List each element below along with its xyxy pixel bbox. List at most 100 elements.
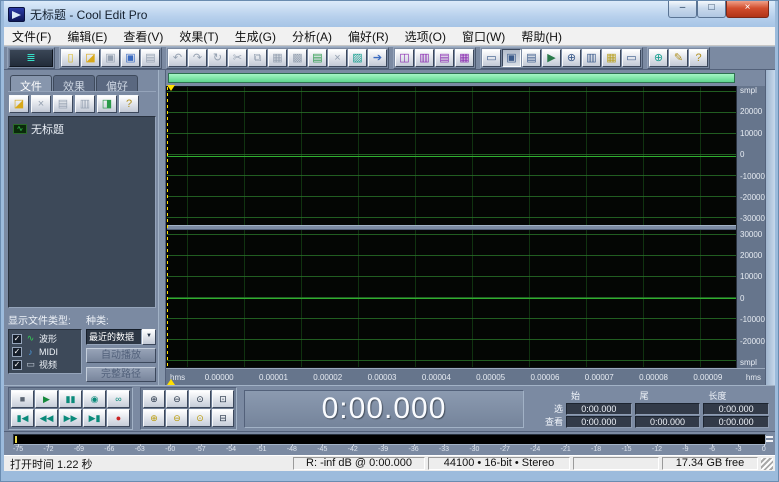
effects-rack-button[interactable]: ◫	[395, 49, 414, 67]
checkbox-icon[interactable]: ✓	[12, 360, 22, 370]
checkbox-icon[interactable]: ✓	[12, 347, 22, 357]
time-ruler[interactable]: hms 0.000000.000010.000020.000030.000040…	[166, 368, 765, 385]
spectral-view-button[interactable]: ▨	[348, 49, 367, 67]
view-range-bar[interactable]	[168, 73, 735, 83]
organizer-tab-favorites[interactable]: 偏好	[96, 75, 138, 91]
settings-button[interactable]: ⊕	[649, 49, 668, 67]
type-midi-checkbox[interactable]: ✓ ♪ MIDI	[12, 345, 78, 358]
view-length-value[interactable]: 0:00.000	[703, 416, 769, 428]
right-channel-waveform[interactable]	[167, 230, 736, 368]
open-file-button[interactable]: ◪	[81, 49, 100, 67]
scripts-button[interactable]: ✎	[669, 49, 688, 67]
show-time-button[interactable]: ▥	[582, 49, 601, 67]
cut-button[interactable]: ✂	[228, 49, 247, 67]
selection-begin-value[interactable]: 0:00.000	[566, 403, 632, 415]
menu-item[interactable]: 文件(F)	[4, 26, 59, 47]
show-sel-view-button[interactable]: ▦	[602, 49, 621, 67]
sort-dropdown-value[interactable]: 最近的数据	[86, 329, 142, 345]
clip-indicator[interactable]	[766, 436, 773, 444]
menu-item[interactable]: 分析(A)	[284, 26, 340, 47]
menu-item[interactable]: 帮助(H)	[513, 26, 570, 47]
left-channel-waveform[interactable]	[167, 87, 736, 225]
delete-selection-button[interactable]: ×	[328, 49, 347, 67]
play-looped-button[interactable]: ◉	[83, 390, 106, 408]
play-list-button[interactable]: ▦	[455, 49, 474, 67]
waveform-view-button[interactable]: ▥	[415, 49, 434, 67]
menu-item[interactable]: 窗口(W)	[454, 26, 513, 47]
go-to-end-button[interactable]: ▶▮	[83, 409, 106, 427]
go-to-start-button[interactable]: ▮◀	[11, 409, 34, 427]
selection-end-value[interactable]	[635, 403, 701, 415]
show-play-list-button[interactable]: ▤	[522, 49, 541, 67]
zoom-normal-vertical-button[interactable]: ⊙	[189, 409, 211, 427]
undo-button[interactable]: ↶	[168, 49, 187, 67]
new-file-button[interactable]: ▯	[61, 49, 80, 67]
zoom-out-vertical-button[interactable]: ⊖	[166, 409, 188, 427]
playback-cursor[interactable]	[167, 87, 168, 367]
auto-play-button[interactable]: 自动播放	[86, 348, 156, 363]
panel-splitter[interactable]	[158, 70, 166, 385]
view-begin-value[interactable]: 0:00.000	[566, 416, 632, 428]
org-insert-cd-button[interactable]: ▥	[75, 95, 95, 113]
multitrack-view-toggle-button[interactable]: ≣	[9, 49, 53, 67]
playhead-marker-bottom[interactable]	[167, 379, 175, 385]
organizer-tab-effects[interactable]: 效果	[53, 75, 95, 91]
menu-item[interactable]: 生成(G)	[227, 26, 284, 47]
selection-length-value[interactable]: 0:00.000	[703, 403, 769, 415]
type-video-checkbox[interactable]: ✓ ▭ 视频	[12, 358, 78, 371]
type-waveform-checkbox[interactable]: ✓ ∿ 波形	[12, 332, 78, 345]
menu-item[interactable]: 编辑(E)	[59, 26, 115, 47]
copy-button[interactable]: ⧉	[248, 49, 267, 67]
resize-grip[interactable]	[761, 458, 773, 470]
goto-time-button[interactable]: ➔	[368, 49, 387, 67]
fast-forward-button[interactable]: ▶▶	[59, 409, 82, 427]
zoom-full-button[interactable]: ⊙	[189, 390, 211, 408]
org-auto-play-button[interactable]: ◨	[97, 95, 117, 113]
stop-button[interactable]: ■	[11, 390, 34, 408]
zoom-in-vertical-button[interactable]: ⊕	[143, 409, 165, 427]
zoom-to-selection-button[interactable]: ⊡	[212, 390, 234, 408]
pause-button[interactable]: ▮▮	[59, 390, 82, 408]
chevron-down-icon[interactable]: ▼	[142, 329, 156, 345]
org-help-button[interactable]: ?	[119, 95, 139, 113]
sort-dropdown[interactable]: 最近的数据 ▼	[86, 329, 156, 345]
full-paths-button[interactable]: 完整路径	[86, 367, 156, 382]
view-end-value[interactable]: 0:00.000	[635, 416, 701, 428]
redo-button[interactable]: ↷	[188, 49, 207, 67]
show-zoom-button[interactable]: ⊕	[562, 49, 581, 67]
close-icon[interactable]: ×	[726, 1, 769, 18]
menu-item[interactable]: 偏好(R)	[340, 26, 397, 47]
minimize-icon[interactable]: –	[668, 1, 697, 18]
show-organizer-button[interactable]: ▭	[482, 49, 501, 67]
playhead-marker-top[interactable]	[167, 85, 175, 91]
vertical-scroll-strip[interactable]	[765, 70, 775, 385]
zoom-right-edge-button[interactable]: ⊟	[212, 409, 234, 427]
checkbox-icon[interactable]: ✓	[12, 334, 22, 344]
cue-list-button[interactable]: ▤	[435, 49, 454, 67]
amplitude-ruler[interactable]: smpl20000100000-10000-20000-30000 300002…	[736, 86, 765, 368]
save-file-button[interactable]: ▣	[101, 49, 120, 67]
file-item-untitled[interactable]: ∿ 无标题	[13, 121, 151, 137]
show-transport-button[interactable]: ▶	[542, 49, 561, 67]
file-properties-button[interactable]: ▤	[141, 49, 160, 67]
play-button[interactable]: ▶	[35, 390, 58, 408]
convert-sample-type-button[interactable]: ▤	[308, 49, 327, 67]
file-list[interactable]: ∿ 无标题	[8, 116, 156, 308]
paste-button[interactable]: ▦	[268, 49, 287, 67]
time-display[interactable]: 0:00.000	[244, 390, 524, 428]
record-button[interactable]: ●	[107, 409, 130, 427]
org-close-file-button[interactable]: ×	[31, 95, 51, 113]
show-level-meters-button[interactable]: ▭	[622, 49, 641, 67]
waveform-canvas[interactable]	[166, 86, 736, 368]
repeat-command-button[interactable]: ↻	[208, 49, 227, 67]
menu-item[interactable]: 效果(T)	[171, 26, 226, 47]
help-button[interactable]: ?	[689, 49, 708, 67]
mix-paste-button[interactable]: ▩	[288, 49, 307, 67]
menu-item[interactable]: 选项(O)	[397, 26, 454, 47]
rewind-button[interactable]: ◀◀	[35, 409, 58, 427]
organizer-tab-files[interactable]: 文件	[10, 75, 52, 91]
zoom-out-horizontal-button[interactable]: ⊖	[166, 390, 188, 408]
org-insert-multitrack-button[interactable]: ▤	[53, 95, 73, 113]
menu-item[interactable]: 查看(V)	[115, 26, 171, 47]
loop-button[interactable]: ∞	[107, 390, 130, 408]
